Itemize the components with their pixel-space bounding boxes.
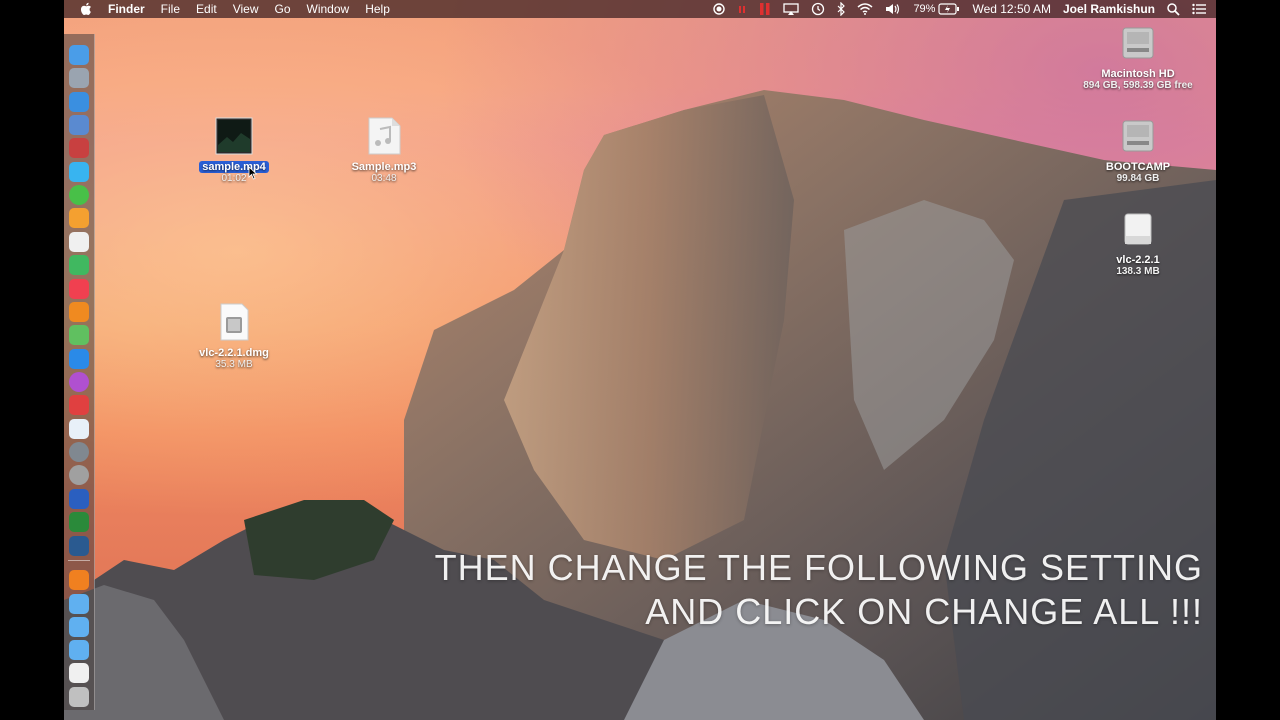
instruction-overlay: THEN CHANGE THE FOLLOWING SETTING AND CL… xyxy=(435,546,1203,634)
folder-icon[interactable] xyxy=(69,594,89,614)
volume-name: Macintosh HD xyxy=(1101,68,1175,80)
menu-finder[interactable]: Finder xyxy=(100,0,153,18)
volume-bootcamp[interactable]: BOOTCAMP 99.84 GB xyxy=(1068,117,1208,184)
itunes-icon[interactable] xyxy=(69,279,89,299)
volume-detail: 138.3 MB xyxy=(1116,266,1160,277)
airplay-icon[interactable] xyxy=(777,3,805,15)
desktop: Finder File Edit View Go Window Help 79%… xyxy=(64,0,1216,720)
file-name: vlc-2.2.1.dmg xyxy=(199,347,269,359)
spotlight-icon[interactable] xyxy=(1161,2,1186,16)
apple-menu-icon[interactable] xyxy=(80,2,92,16)
wifi-icon[interactable] xyxy=(851,3,879,15)
file-detail: 01:02 xyxy=(221,173,247,184)
finder-icon[interactable] xyxy=(69,45,89,65)
menu-view[interactable]: View xyxy=(225,0,267,18)
itunes-store-icon[interactable] xyxy=(69,372,89,392)
messages-icon[interactable] xyxy=(69,162,89,182)
desktop-file-vlc-dmg[interactable]: vlc-2.2.1.dmg 35.3 MB xyxy=(174,303,294,370)
menu-file[interactable]: File xyxy=(153,0,188,18)
pause-large-icon[interactable] xyxy=(753,2,777,16)
document-icon[interactable] xyxy=(69,663,89,683)
preview-icon[interactable] xyxy=(69,115,89,135)
word-icon[interactable] xyxy=(69,489,89,509)
photo-booth-icon[interactable] xyxy=(69,138,89,158)
volume-vlc[interactable]: vlc-2.2.1 138.3 MB xyxy=(1068,210,1208,277)
menu-window[interactable]: Window xyxy=(299,0,358,18)
dock xyxy=(64,34,95,710)
video-thumbnail-icon xyxy=(215,117,253,155)
file-name: sample.mp4 xyxy=(199,161,269,173)
facetime-icon[interactable] xyxy=(69,185,89,205)
chrome-icon[interactable] xyxy=(69,395,89,415)
battery-percent: 79% xyxy=(913,3,936,15)
hard-drive-icon xyxy=(1122,27,1154,59)
boot-camp-icon[interactable] xyxy=(69,465,89,485)
user-menu[interactable]: Joel Ramkishun xyxy=(1057,0,1161,18)
overlay-line-2: AND CLICK ON CHANGE ALL !!! xyxy=(645,591,1203,632)
file-detail: 35.3 MB xyxy=(215,359,253,370)
desktop-file-sample-mp4[interactable]: sample.mp4 01:02 xyxy=(174,117,294,184)
volume-detail: 894 GB, 598.39 GB free xyxy=(1083,80,1193,91)
record-icon[interactable] xyxy=(707,3,731,15)
trash-icon[interactable] xyxy=(69,687,89,707)
vlc-icon[interactable] xyxy=(69,570,89,590)
safari-icon[interactable] xyxy=(69,92,89,112)
file-detail: 03:48 xyxy=(371,173,397,184)
battery-status[interactable]: 79% xyxy=(907,0,966,18)
volume-name: vlc-2.2.1 xyxy=(1116,254,1160,266)
music-file-icon xyxy=(368,117,401,155)
notification-center-icon[interactable] xyxy=(1186,3,1216,15)
time-machine-icon[interactable] xyxy=(805,2,831,16)
app-icon[interactable] xyxy=(69,325,89,345)
bluetooth-icon[interactable] xyxy=(831,2,851,16)
quicktime-icon[interactable] xyxy=(69,536,89,556)
volume-detail: 99.84 GB xyxy=(1116,173,1160,184)
dock-separator xyxy=(68,560,90,561)
mounted-disk-icon xyxy=(1124,213,1152,245)
folder-icon[interactable] xyxy=(69,617,89,637)
excel-icon[interactable] xyxy=(69,512,89,532)
status-menus: 79% Wed 12:50 AM Joel Ramkishun xyxy=(707,0,1216,18)
menu-go[interactable]: Go xyxy=(267,0,299,18)
pause-small-icon[interactable] xyxy=(731,3,753,15)
numbers-icon[interactable] xyxy=(69,255,89,275)
app-store-icon[interactable] xyxy=(69,349,89,369)
clock[interactable]: Wed 12:50 AM xyxy=(966,0,1057,18)
hard-drive-icon xyxy=(1122,120,1154,152)
volume-macintosh-hd[interactable]: Macintosh HD 894 GB, 598.39 GB free xyxy=(1068,24,1208,91)
volume-name: BOOTCAMP xyxy=(1105,161,1171,173)
menu-help[interactable]: Help xyxy=(357,0,398,18)
mouse-cursor-icon xyxy=(248,166,258,180)
file-name: Sample.mp3 xyxy=(351,161,417,173)
system-preferences-icon[interactable] xyxy=(69,442,89,462)
menu-bar: Finder File Edit View Go Window Help 79%… xyxy=(64,0,1216,18)
volume-icon[interactable] xyxy=(879,3,907,15)
desktop-file-sample-mp3[interactable]: Sample.mp3 03:48 xyxy=(324,117,444,184)
icloud-icon[interactable] xyxy=(69,419,89,439)
folder-icon[interactable] xyxy=(69,640,89,660)
battery-charging-icon xyxy=(938,3,960,15)
photos-icon[interactable] xyxy=(69,208,89,228)
textedit-icon[interactable] xyxy=(69,232,89,252)
disk-image-icon xyxy=(220,303,249,341)
ibooks-icon[interactable] xyxy=(69,302,89,322)
overlay-line-1: THEN CHANGE THE FOLLOWING SETTING xyxy=(434,547,1203,588)
menu-edit[interactable]: Edit xyxy=(188,0,225,18)
launchpad-icon[interactable] xyxy=(69,68,89,88)
